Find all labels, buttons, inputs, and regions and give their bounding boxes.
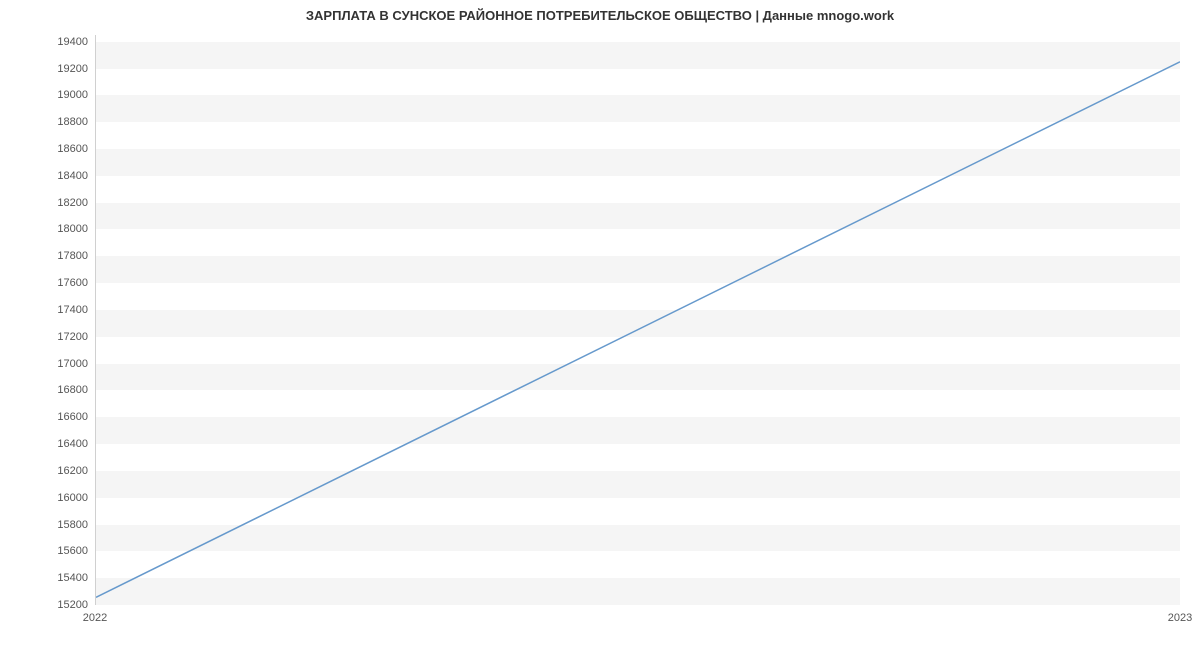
y-tick-label: 17200 bbox=[8, 331, 88, 343]
y-tick-label: 17800 bbox=[8, 250, 88, 262]
plot-area bbox=[95, 35, 1180, 605]
y-tick-label: 16600 bbox=[8, 411, 88, 423]
x-tick-label: 2023 bbox=[1168, 612, 1192, 624]
y-tick-label: 15600 bbox=[8, 545, 88, 557]
y-tick-label: 16800 bbox=[8, 384, 88, 396]
y-tick-label: 17600 bbox=[8, 277, 88, 289]
y-tick-label: 17400 bbox=[8, 304, 88, 316]
y-tick-label: 19000 bbox=[8, 89, 88, 101]
y-tick-label: 15800 bbox=[8, 519, 88, 531]
y-tick-label: 16200 bbox=[8, 465, 88, 477]
y-tick-label: 16000 bbox=[8, 492, 88, 504]
y-tick-label: 17000 bbox=[8, 358, 88, 370]
x-tick-label: 2022 bbox=[83, 612, 107, 624]
chart-title: ЗАРПЛАТА В СУНСКОЕ РАЙОННОЕ ПОТРЕБИТЕЛЬС… bbox=[0, 8, 1200, 23]
y-tick-label: 15200 bbox=[8, 599, 88, 611]
y-tick-label: 16400 bbox=[8, 438, 88, 450]
y-tick-label: 18000 bbox=[8, 223, 88, 235]
series-line bbox=[96, 62, 1180, 598]
line-series bbox=[96, 35, 1180, 604]
y-tick-label: 18400 bbox=[8, 170, 88, 182]
y-tick-label: 19200 bbox=[8, 63, 88, 75]
chart-container: ЗАРПЛАТА В СУНСКОЕ РАЙОННОЕ ПОТРЕБИТЕЛЬС… bbox=[0, 0, 1200, 650]
y-tick-label: 18800 bbox=[8, 116, 88, 128]
y-tick-label: 18600 bbox=[8, 143, 88, 155]
y-tick-label: 18200 bbox=[8, 197, 88, 209]
y-tick-label: 19400 bbox=[8, 36, 88, 48]
y-tick-label: 15400 bbox=[8, 572, 88, 584]
